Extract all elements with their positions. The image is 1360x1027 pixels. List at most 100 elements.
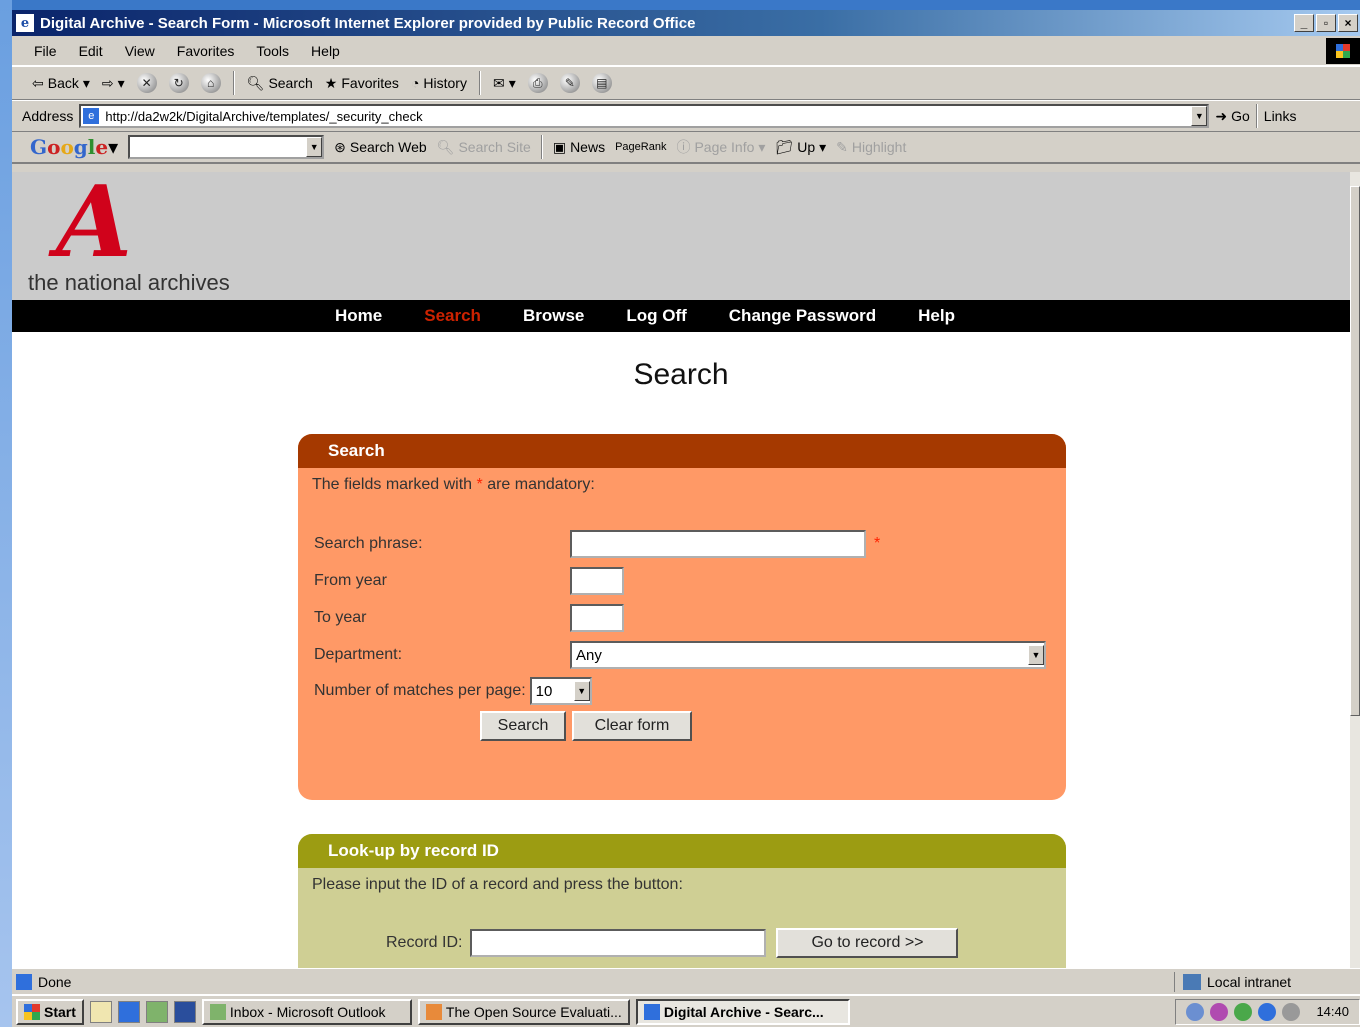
start-button[interactable]: Start [16, 998, 84, 1025]
maximize-icon[interactable]: ▫ [1316, 14, 1336, 32]
from-year-input[interactable] [570, 567, 624, 595]
toolbar-separator [540, 135, 543, 159]
quicklaunch-ie-icon[interactable] [117, 1000, 140, 1023]
required-marker: * [874, 535, 881, 552]
google-news-button[interactable]: ▣ News [553, 139, 605, 156]
page-info-button[interactable]: ⓘ Page Info ▾ [676, 137, 765, 157]
mail-button[interactable]: ✉ ▾ [493, 75, 516, 92]
home-icon[interactable]: ⌂ [200, 73, 221, 93]
to-year-input[interactable] [570, 604, 624, 632]
scrollbar-thumb[interactable] [1350, 186, 1360, 716]
links-button[interactable]: Links [1264, 108, 1297, 124]
google-search-icon: ⊛ [334, 138, 346, 155]
desktop-background [0, 0, 12, 1027]
vertical-scrollbar[interactable] [1350, 172, 1360, 968]
menu-favorites[interactable]: Favorites [177, 43, 235, 59]
update-icon[interactable] [1234, 1002, 1253, 1021]
search-phrase-label: Search phrase: [314, 535, 423, 552]
clock[interactable]: 14:40 [1316, 1004, 1349, 1019]
outlook-icon [209, 1003, 226, 1020]
nav-change-password[interactable]: Change Password [729, 306, 876, 326]
favorites-button[interactable]: ★ Favorites [325, 75, 399, 92]
nav-home[interactable]: Home [335, 306, 382, 326]
back-dropdown-icon[interactable]: ▾ [83, 75, 90, 92]
address-input[interactable]: e http://da2w2k/DigitalArchive/templates… [79, 104, 1210, 128]
matches-select[interactable]: 10 ▼ [529, 677, 592, 705]
menu-help[interactable]: Help [311, 43, 340, 59]
google-search-site-button[interactable]: 🔍︎ Search Site [437, 139, 531, 156]
menu-file[interactable]: File [34, 43, 57, 59]
stop-icon[interactable]: ✕ [136, 73, 157, 93]
search-phrase-input[interactable] [570, 530, 866, 558]
back-arrow-icon: ⇦ [32, 74, 44, 91]
record-id-input[interactable] [470, 929, 767, 957]
minimize-icon[interactable]: _ [1294, 14, 1314, 32]
menu-view[interactable]: View [125, 43, 155, 59]
google-toolbar: Google▾ ▼ ⊛ Search Web 🔍︎ Search Site ▣ … [12, 132, 1360, 164]
nav-browse[interactable]: Browse [523, 306, 584, 326]
nav-log-off[interactable]: Log Off [626, 306, 686, 326]
forward-dropdown-icon[interactable]: ▾ [118, 75, 125, 92]
antivirus-icon[interactable] [1210, 1002, 1229, 1021]
volume-icon[interactable] [1282, 1002, 1301, 1021]
discuss-icon[interactable]: ▤ [591, 73, 612, 93]
google-dropdown-icon[interactable]: ▼ [306, 137, 323, 157]
clear-form-button[interactable]: Clear form [572, 711, 692, 741]
menu-edit[interactable]: Edit [79, 43, 103, 59]
address-label: Address [22, 108, 74, 124]
task-outlook[interactable]: Inbox - Microsoft Outlook [201, 998, 412, 1025]
quicklaunch-desktop-icon[interactable] [89, 1000, 112, 1023]
refresh-icon[interactable]: ↻ [168, 73, 189, 93]
mail-icon: ✉ [492, 74, 505, 91]
quicklaunch-word-icon[interactable] [173, 1000, 196, 1023]
status-text: Done [38, 973, 72, 990]
address-dropdown-icon[interactable]: ▼ [1191, 106, 1208, 126]
history-button[interactable]: ◔ History [411, 75, 467, 91]
pagerank-indicator: PageRank [615, 141, 667, 153]
site-header: A the national archives [12, 172, 1350, 300]
search-panel-heading: Search [298, 434, 1066, 468]
messenger-icon[interactable] [1258, 1002, 1277, 1021]
nav-help[interactable]: Help [918, 306, 955, 326]
network-icon[interactable] [1186, 1002, 1205, 1021]
google-logo[interactable]: Google▾ [30, 135, 118, 159]
record-id-row: Record ID: Go to record >> [386, 928, 959, 958]
edit-icon[interactable]: ✎ [559, 73, 580, 93]
menu-tools[interactable]: Tools [256, 43, 289, 59]
department-select[interactable]: Any ▼ [570, 641, 1046, 669]
back-button[interactable]: ⇦ Back ▾ [32, 75, 90, 92]
google-search-web-button[interactable]: ⊛ Search Web [334, 139, 427, 156]
national-archives-logo[interactable]: A [56, 174, 132, 272]
quicklaunch-outlook-icon[interactable] [145, 1000, 168, 1023]
taskbar: Start Inbox - Microsoft Outlook The Open… [12, 994, 1360, 1027]
windows-flag-icon [24, 1003, 40, 1020]
lookup-panel: Look-up by record ID Please input the ID… [298, 834, 1066, 968]
matches-label: Number of matches per page: [314, 682, 526, 699]
up-button[interactable]: 📁︎ Up ▾ [775, 139, 826, 156]
search-submit-button[interactable]: Search [480, 711, 566, 741]
task-digital-archive[interactable]: Digital Archive - Searc... [635, 998, 850, 1025]
mail-dropdown-icon: ▾ [508, 74, 516, 91]
task-open-source[interactable]: The Open Source Evaluati... [417, 998, 630, 1025]
google-search-input[interactable]: ▼ [128, 135, 325, 159]
highlight-button[interactable]: ✎ Highlight [836, 139, 906, 156]
forward-arrow-icon: ⇨ [101, 74, 114, 91]
zone-label: Local intranet [1207, 974, 1292, 990]
page-icon: e [83, 108, 100, 124]
nav-search[interactable]: Search [424, 306, 481, 326]
go-arrow-icon: ➜ [1215, 107, 1228, 124]
search-phrase-row: Search phrase: * [314, 530, 880, 558]
chevron-down-icon[interactable]: ▼ [1028, 645, 1044, 665]
print-icon[interactable]: ⎙ [527, 73, 548, 93]
security-zone: Local intranet [1174, 972, 1291, 992]
department-label: Department: [314, 646, 403, 663]
browser-window: e Digital Archive - Search Form - Micros… [12, 10, 1360, 1027]
go-button[interactable]: ➜ Go [1215, 108, 1249, 125]
address-url: http://da2w2k/DigitalArchive/templates/_… [105, 108, 423, 124]
go-to-record-button[interactable]: Go to record >> [776, 928, 959, 958]
search-button[interactable]: 🔍︎ Search [247, 75, 313, 92]
forward-button[interactable]: ⇨ ▾ [102, 75, 125, 92]
chevron-down-icon[interactable]: ▼ [573, 681, 590, 701]
close-icon[interactable]: × [1338, 14, 1358, 32]
search-site-icon: 🔍︎ [436, 138, 455, 155]
